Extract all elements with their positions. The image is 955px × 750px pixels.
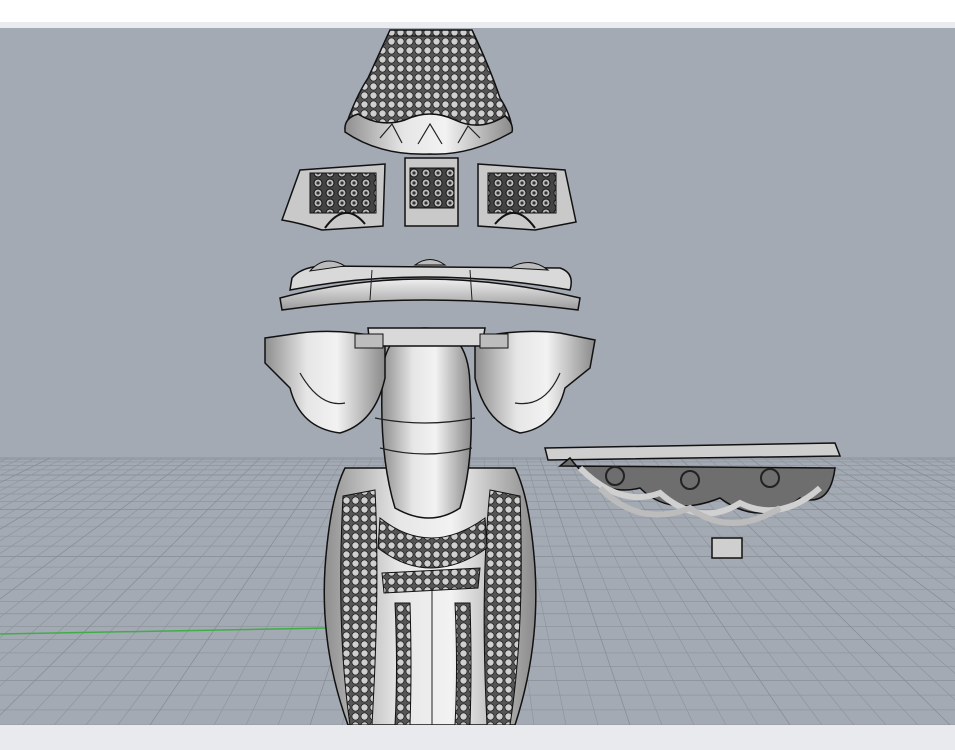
collar-ring-part[interactable] xyxy=(279,259,581,311)
grid-line xyxy=(0,457,261,716)
grid-line xyxy=(85,457,303,725)
grid-line xyxy=(149,457,331,725)
grid-line xyxy=(0,457,149,554)
grid-line xyxy=(0,457,135,542)
grid-line xyxy=(931,457,955,469)
grid-line xyxy=(181,457,345,725)
x-axis-line xyxy=(0,627,331,635)
grid-line xyxy=(0,457,51,484)
perspective-scene[interactable] xyxy=(0,28,955,725)
3d-viewport[interactable] xyxy=(0,28,955,725)
grid-line xyxy=(0,457,163,568)
crown-top-part[interactable] xyxy=(344,29,514,155)
grid-line xyxy=(917,457,955,476)
grid-line xyxy=(819,457,955,539)
neck-dome-part[interactable] xyxy=(374,327,476,519)
status-strip xyxy=(0,725,955,750)
grid-line xyxy=(0,457,79,500)
grid-line xyxy=(0,457,233,661)
grid-line xyxy=(53,457,289,725)
grid-line xyxy=(0,457,191,600)
prong-segments-part[interactable] xyxy=(280,157,577,231)
top-toolbar-strip xyxy=(0,0,955,22)
grid-line xyxy=(0,457,177,583)
grid-line xyxy=(889,457,955,491)
grid-line xyxy=(0,457,93,509)
grid-line xyxy=(833,457,955,528)
grid-line xyxy=(0,457,247,687)
grid-line xyxy=(861,457,955,508)
